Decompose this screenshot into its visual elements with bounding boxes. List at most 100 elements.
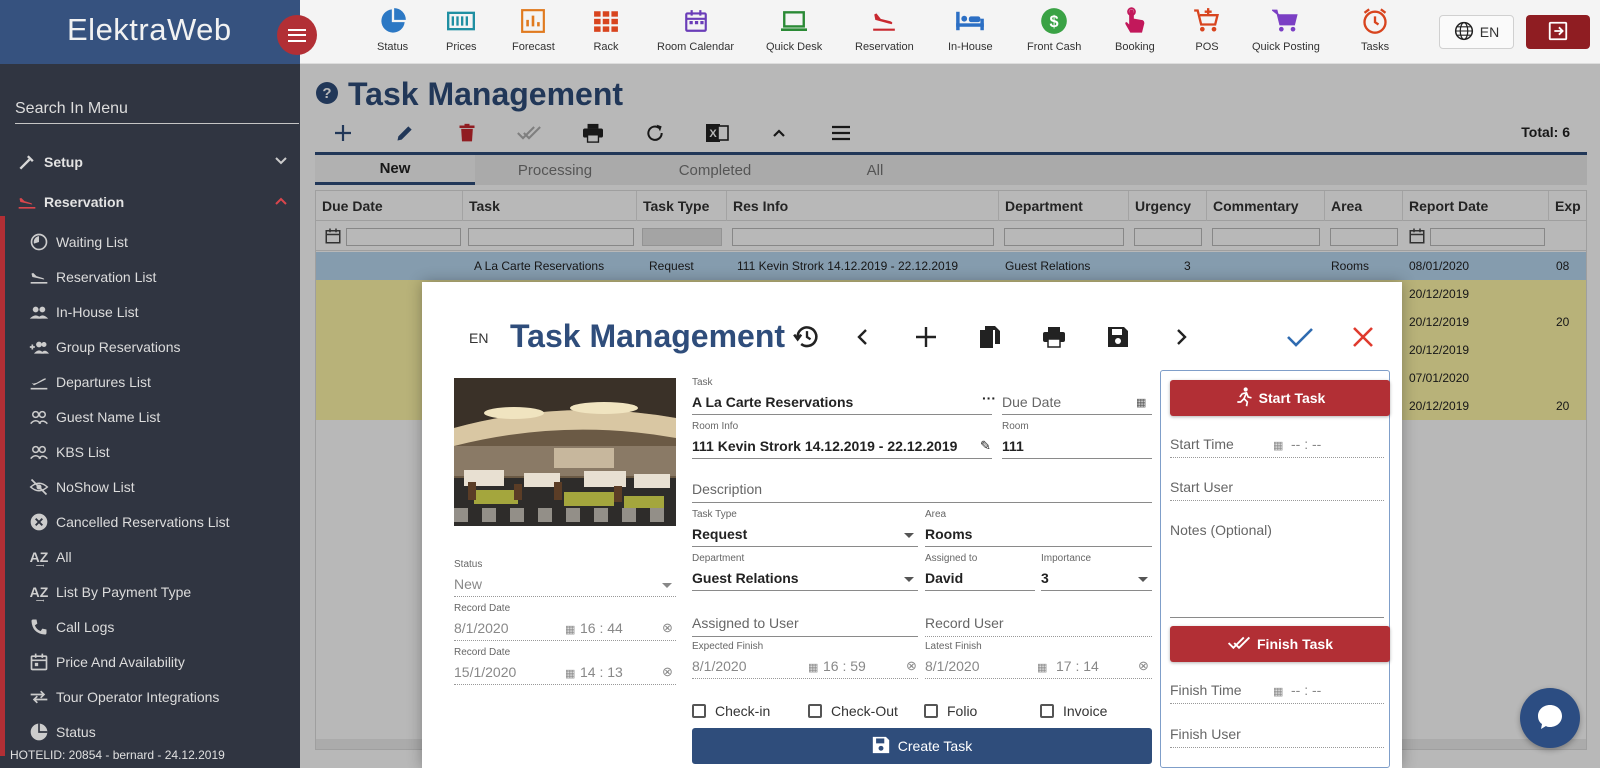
department-select[interactable]: Guest Relations	[692, 570, 799, 586]
sidebar-item-payment-type[interactable]: A͢Z List By Payment Type	[28, 579, 298, 605]
record-time-field[interactable]: 14 : 13	[580, 664, 623, 680]
sidebar-item-call-logs[interactable]: Call Logs	[28, 614, 298, 640]
sidebar-item-tour-operator[interactable]: Tour Operator Integrations	[28, 684, 298, 710]
finish-time-field[interactable]: Finish Time	[1170, 682, 1242, 698]
record-user-field[interactable]: Record User	[925, 615, 1004, 631]
previous-button[interactable]	[847, 322, 877, 352]
menu-toggle-button[interactable]	[277, 15, 317, 55]
clear-icon[interactable]: ⊗	[662, 620, 673, 636]
status-select[interactable]: New	[454, 576, 482, 592]
sidebar-item-status[interactable]: Status	[28, 719, 298, 745]
task-field[interactable]: A La Carte Reservations	[692, 394, 853, 410]
airplane-landing-icon	[16, 191, 38, 213]
sidebar-item-waiting-list[interactable]: Waiting List	[28, 229, 298, 255]
start-task-button[interactable]: Start Task	[1170, 380, 1390, 416]
area-field[interactable]: Rooms	[925, 526, 972, 542]
toolbar-reservation[interactable]: Reservation	[855, 6, 914, 60]
history-button[interactable]	[792, 322, 822, 352]
chat-button[interactable]	[1520, 688, 1580, 748]
sidebar-item-label: KBS List	[56, 444, 110, 460]
language-button[interactable]: EN	[1439, 15, 1514, 49]
menu-group-reservation[interactable]: Reservation	[0, 184, 300, 220]
start-time-value[interactable]: -- : --	[1291, 436, 1321, 452]
start-user-field[interactable]: Start User	[1170, 479, 1233, 495]
toolbar-rack[interactable]: Rack	[593, 6, 619, 60]
chevron-down-icon	[274, 154, 288, 171]
sidebar-item-all[interactable]: A͢Z All	[28, 544, 298, 570]
toolbar-status[interactable]: Status	[377, 6, 408, 60]
checkbox-box[interactable]	[808, 704, 822, 718]
room-field[interactable]: 111	[1002, 438, 1024, 454]
checkbox-box[interactable]	[924, 704, 938, 718]
sidebar-item-guest-name-list[interactable]: Guest Name List	[28, 404, 298, 430]
toolbar-quick-desk[interactable]: Quick Desk	[766, 6, 822, 60]
folio-checkbox[interactable]: Folio	[924, 703, 977, 719]
logout-button[interactable]	[1526, 15, 1590, 49]
print-button[interactable]	[1039, 322, 1069, 352]
description-field[interactable]: Description	[692, 481, 762, 497]
sidebar-item-kbs-list[interactable]: KBS List	[28, 439, 298, 465]
checkout-checkbox[interactable]: Check-Out	[808, 703, 898, 719]
clear-icon[interactable]: ⊗	[662, 664, 673, 680]
sidebar-item-price-availability[interactable]: Price And Availability	[28, 649, 298, 675]
brand-logo[interactable]: ElektraWeb	[67, 12, 232, 48]
finish-time-value[interactable]: -- : --	[1291, 682, 1321, 698]
sidebar-item-noshow-list[interactable]: NoShow List	[28, 474, 298, 500]
toolbar-tasks[interactable]: Tasks	[1361, 6, 1389, 60]
more-icon[interactable]: ···	[982, 390, 996, 406]
latest-finish-time[interactable]: 17 : 14	[1056, 658, 1099, 674]
calendar-icon[interactable]: ▦	[1136, 396, 1146, 409]
importance-select[interactable]: 3	[1041, 570, 1049, 586]
due-date-field[interactable]: Due Date	[1002, 394, 1061, 410]
room-info-field[interactable]: 111 Kevin Strork 14.12.2019 - 22.12.2019	[692, 438, 957, 454]
expected-finish-time[interactable]: 16 : 59	[823, 658, 866, 674]
latest-finish-date[interactable]: 8/1/2020	[925, 658, 980, 674]
checkbox-box[interactable]	[1040, 704, 1054, 718]
toolbar-forecast[interactable]: Forecast	[512, 6, 555, 60]
start-time-field[interactable]: Start Time	[1170, 436, 1234, 452]
menu-group-setup[interactable]: Setup	[0, 144, 300, 180]
invoice-checkbox[interactable]: Invoice	[1040, 703, 1107, 719]
record-time-field[interactable]: 16 : 44	[580, 620, 623, 636]
rack-icon	[593, 6, 619, 36]
task-type-select[interactable]: Request	[692, 526, 747, 542]
toolbar-room-calendar[interactable]: Room Calendar	[657, 6, 734, 60]
toolbar-quick-posting[interactable]: Quick Posting	[1252, 6, 1320, 60]
sidebar-item-reservation-list[interactable]: Reservation List	[28, 264, 298, 290]
copy-button[interactable]	[975, 322, 1005, 352]
edit-icon[interactable]: ✎	[980, 438, 991, 454]
create-task-button[interactable]: Create Task	[692, 728, 1152, 764]
record-date-field[interactable]: 8/1/2020	[454, 620, 509, 636]
touch-icon	[1123, 6, 1147, 36]
close-button[interactable]	[1348, 322, 1378, 352]
save-button[interactable]	[1103, 322, 1133, 352]
checkin-checkbox[interactable]: Check-in	[692, 703, 770, 719]
assigned-to-field[interactable]: David	[925, 570, 963, 586]
add-button[interactable]	[911, 322, 941, 352]
checkbox-box[interactable]	[692, 704, 706, 718]
toolbar-in-house[interactable]: In-House	[948, 6, 993, 60]
assigned-to-user-field[interactable]: Assigned to User	[692, 615, 799, 631]
sidebar-item-departures-list[interactable]: Departures List	[28, 369, 298, 395]
confirm-button[interactable]	[1285, 322, 1315, 352]
double-check-icon	[1227, 635, 1251, 654]
next-button[interactable]	[1167, 322, 1197, 352]
sidebar-item-inhouse-list[interactable]: In-House List	[28, 299, 298, 325]
toolbar-booking[interactable]: Booking	[1115, 6, 1155, 60]
menu-search-input[interactable]: Search In Menu	[15, 96, 299, 124]
modal-language[interactable]: EN	[469, 330, 488, 346]
sidebar-item-group-reservations[interactable]: Group Reservations	[28, 334, 298, 360]
toolbar-prices[interactable]: Prices	[446, 6, 477, 60]
cancel-icon	[28, 511, 50, 533]
finish-task-button[interactable]: Finish Task	[1170, 626, 1390, 662]
notes-field[interactable]: Notes (Optional)	[1170, 522, 1272, 538]
pie-chart-icon	[379, 6, 407, 36]
record-date-field[interactable]: 15/1/2020	[454, 664, 516, 680]
toolbar-pos[interactable]: POS	[1193, 6, 1221, 60]
sidebar-item-cancelled-list[interactable]: Cancelled Reservations List	[28, 509, 298, 535]
clear-icon[interactable]: ⊗	[1138, 658, 1149, 674]
expected-finish-date[interactable]: 8/1/2020	[692, 658, 747, 674]
finish-user-field[interactable]: Finish User	[1170, 726, 1241, 742]
toolbar-front-cash[interactable]: $ Front Cash	[1027, 6, 1081, 60]
clear-icon[interactable]: ⊗	[906, 658, 917, 674]
